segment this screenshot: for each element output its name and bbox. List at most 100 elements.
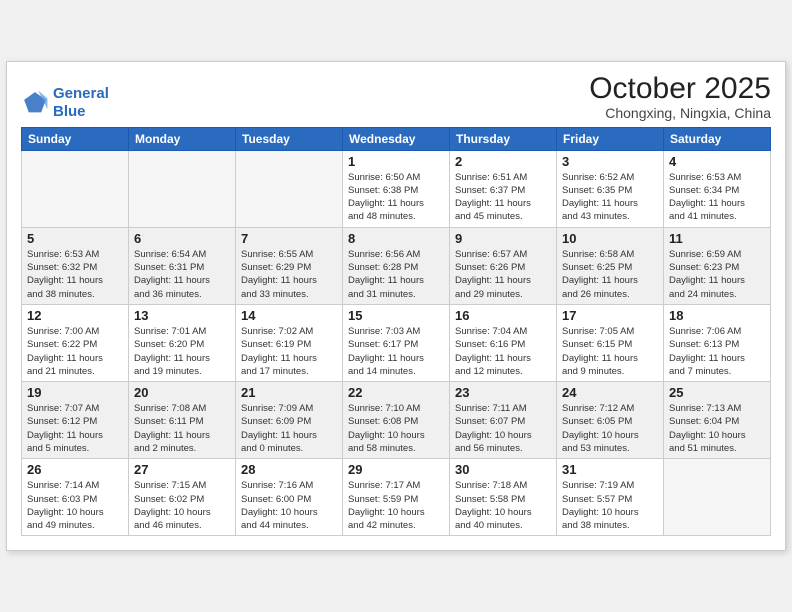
calendar-day-cell: 25 Sunrise: 7:13 AMSunset: 6:04 PMDayligh… xyxy=(664,382,771,459)
day-number: 4 xyxy=(669,154,765,169)
day-number: 5 xyxy=(27,231,123,246)
weekday-header-monday: Monday xyxy=(129,127,236,150)
calendar-day-cell: 9Sunrise: 6:57 AMSunset: 6:26 PMDaylight… xyxy=(450,227,557,304)
calendar-day-cell: 24 Sunrise: 7:12 AMSunset: 6:05 PMDayligh… xyxy=(557,382,664,459)
day-info: Sunrise: 7:18 AMSunset: 5:58 PMDaylight:… xyxy=(455,479,551,532)
calendar-day-cell: 18 Sunrise: 7:06 AMSunset: 6:13 PMDayligh… xyxy=(664,304,771,381)
calendar-day-cell: 8 Sunrise: 6:56 AMSunset: 6:28 PMDaylight… xyxy=(343,227,450,304)
month-title: October 2025 xyxy=(589,72,771,105)
day-number: 29 xyxy=(348,462,444,477)
weekday-header-friday: Friday xyxy=(557,127,664,150)
calendar-day-cell: 20 Sunrise: 7:08 AMSunset: 6:11 PMDayligh… xyxy=(129,382,236,459)
day-info: Sunrise: 7:15 AMSunset: 6:02 PMDaylight:… xyxy=(134,479,230,532)
calendar-day-cell: 27 Sunrise: 7:15 AMSunset: 6:02 PMDayligh… xyxy=(129,459,236,536)
day-number: 13 xyxy=(134,308,230,323)
calendar-week-row: 19Sunrise: 7:07 AMSunset: 6:12 PMDayligh… xyxy=(22,382,771,459)
calendar-day-cell: 29 Sunrise: 7:17 AMSunset: 5:59 PMDayligh… xyxy=(343,459,450,536)
day-info: Sunrise: 7:02 AMSunset: 6:19 PMDaylight:… xyxy=(241,325,337,378)
day-number: 25 xyxy=(669,385,765,400)
day-number: 3 xyxy=(562,154,658,169)
calendar-week-row: 12 Sunrise: 7:00 AMSunset: 6:22 PMDayligh… xyxy=(22,304,771,381)
calendar-day-cell: 16Sunrise: 7:04 AMSunset: 6:16 PMDayligh… xyxy=(450,304,557,381)
day-number: 11 xyxy=(669,231,765,246)
calendar-day-cell: 5Sunrise: 6:53 AMSunset: 6:32 PMDaylight… xyxy=(22,227,129,304)
calendar-table: SundayMondayTuesdayWednesdayThursdayFrid… xyxy=(21,127,771,537)
calendar-day-cell: 3 Sunrise: 6:52 AMSunset: 6:35 PMDaylight… xyxy=(557,150,664,227)
day-number: 28 xyxy=(241,462,337,477)
day-number: 31 xyxy=(562,462,658,477)
calendar-day-cell: 6Sunrise: 6:54 AMSunset: 6:31 PMDaylight… xyxy=(129,227,236,304)
calendar-day-cell: 21 Sunrise: 7:09 AMSunset: 6:09 PMDayligh… xyxy=(236,382,343,459)
day-number: 23 xyxy=(455,385,551,400)
calendar-day-cell: 22 Sunrise: 7:10 AMSunset: 6:08 PMDayligh… xyxy=(343,382,450,459)
day-number: 12 xyxy=(27,308,123,323)
day-info: Sunrise: 6:51 AMSunset: 6:37 PMDaylight:… xyxy=(455,171,551,224)
day-info: Sunrise: 7:00 AMSunset: 6:22 PMDaylight:… xyxy=(27,325,123,378)
day-number: 8 xyxy=(348,231,444,246)
header-area: General Blue October 2025 Chongxing, Nin… xyxy=(21,72,771,121)
day-number: 7 xyxy=(241,231,337,246)
weekday-header-row: SundayMondayTuesdayWednesdayThursdayFrid… xyxy=(22,127,771,150)
day-number: 27 xyxy=(134,462,230,477)
calendar-day-cell: 17 Sunrise: 7:05 AMSunset: 6:15 PMDayligh… xyxy=(557,304,664,381)
logo-text: General Blue xyxy=(53,85,109,121)
day-info: Sunrise: 6:54 AMSunset: 6:31 PMDaylight:… xyxy=(134,248,230,301)
calendar-day-cell xyxy=(664,459,771,536)
day-info: Sunrise: 7:13 AMSunset: 6:04 PMDaylight:… xyxy=(669,402,765,455)
logo-line2: Blue xyxy=(53,103,86,120)
day-info: Sunrise: 7:09 AMSunset: 6:09 PMDaylight:… xyxy=(241,402,337,455)
calendar-container: General Blue October 2025 Chongxing, Nin… xyxy=(6,61,786,552)
calendar-day-cell xyxy=(129,150,236,227)
day-number: 24 xyxy=(562,385,658,400)
day-info: Sunrise: 7:17 AMSunset: 5:59 PMDaylight:… xyxy=(348,479,444,532)
day-number: 22 xyxy=(348,385,444,400)
day-info: Sunrise: 7:05 AMSunset: 6:15 PMDaylight:… xyxy=(562,325,658,378)
day-info: Sunrise: 6:52 AMSunset: 6:35 PMDaylight:… xyxy=(562,171,658,224)
calendar-day-cell: 13 Sunrise: 7:01 AMSunset: 6:20 PMDayligh… xyxy=(129,304,236,381)
weekday-header-tuesday: Tuesday xyxy=(236,127,343,150)
day-number: 9 xyxy=(455,231,551,246)
day-info: Sunrise: 7:10 AMSunset: 6:08 PMDaylight:… xyxy=(348,402,444,455)
day-info: Sunrise: 7:19 AMSunset: 5:57 PMDaylight:… xyxy=(562,479,658,532)
general-blue-logo-icon xyxy=(21,89,49,117)
calendar-day-cell: 23 Sunrise: 7:11 AMSunset: 6:07 PMDayligh… xyxy=(450,382,557,459)
day-number: 26 xyxy=(27,462,123,477)
day-info: Sunrise: 7:12 AMSunset: 6:05 PMDaylight:… xyxy=(562,402,658,455)
day-info: Sunrise: 7:16 AMSunset: 6:00 PMDaylight:… xyxy=(241,479,337,532)
day-info: Sunrise: 7:01 AMSunset: 6:20 PMDaylight:… xyxy=(134,325,230,378)
title-area: October 2025 Chongxing, Ningxia, China xyxy=(589,72,771,121)
day-number: 21 xyxy=(241,385,337,400)
day-number: 16 xyxy=(455,308,551,323)
day-info: Sunrise: 7:14 AMSunset: 6:03 PMDaylight:… xyxy=(27,479,123,532)
calendar-day-cell: 26 Sunrise: 7:14 AMSunset: 6:03 PMDayligh… xyxy=(22,459,129,536)
day-number: 20 xyxy=(134,385,230,400)
day-number: 10 xyxy=(562,231,658,246)
calendar-day-cell: 7 Sunrise: 6:55 AMSunset: 6:29 PMDaylight… xyxy=(236,227,343,304)
logo-line1: General xyxy=(53,85,109,102)
day-info: Sunrise: 6:56 AMSunset: 6:28 PMDaylight:… xyxy=(348,248,444,301)
day-info: Sunrise: 6:55 AMSunset: 6:29 PMDaylight:… xyxy=(241,248,337,301)
calendar-day-cell: 15Sunrise: 7:03 AMSunset: 6:17 PMDayligh… xyxy=(343,304,450,381)
day-info: Sunrise: 6:50 AMSunset: 6:38 PMDaylight:… xyxy=(348,171,444,224)
logo-area: General Blue xyxy=(21,85,109,121)
day-number: 30 xyxy=(455,462,551,477)
day-number: 17 xyxy=(562,308,658,323)
calendar-week-row: 26 Sunrise: 7:14 AMSunset: 6:03 PMDayligh… xyxy=(22,459,771,536)
day-info: Sunrise: 6:53 AMSunset: 6:34 PMDaylight:… xyxy=(669,171,765,224)
weekday-header-wednesday: Wednesday xyxy=(343,127,450,150)
location-title: Chongxing, Ningxia, China xyxy=(589,105,771,121)
weekday-header-saturday: Saturday xyxy=(664,127,771,150)
calendar-day-cell xyxy=(22,150,129,227)
calendar-day-cell: 30 Sunrise: 7:18 AMSunset: 5:58 PMDayligh… xyxy=(450,459,557,536)
calendar-day-cell: 19Sunrise: 7:07 AMSunset: 6:12 PMDayligh… xyxy=(22,382,129,459)
day-info: Sunrise: 7:08 AMSunset: 6:11 PMDaylight:… xyxy=(134,402,230,455)
calendar-day-cell: 1 Sunrise: 6:50 AMSunset: 6:38 PMDaylight… xyxy=(343,150,450,227)
weekday-header-thursday: Thursday xyxy=(450,127,557,150)
day-info: Sunrise: 7:11 AMSunset: 6:07 PMDaylight:… xyxy=(455,402,551,455)
day-info: Sunrise: 7:06 AMSunset: 6:13 PMDaylight:… xyxy=(669,325,765,378)
day-number: 18 xyxy=(669,308,765,323)
day-number: 1 xyxy=(348,154,444,169)
calendar-day-cell: 11Sunrise: 6:59 AMSunset: 6:23 PMDayligh… xyxy=(664,227,771,304)
calendar-day-cell: 4 Sunrise: 6:53 AMSunset: 6:34 PMDaylight… xyxy=(664,150,771,227)
calendar-day-cell: 28 Sunrise: 7:16 AMSunset: 6:00 PMDayligh… xyxy=(236,459,343,536)
